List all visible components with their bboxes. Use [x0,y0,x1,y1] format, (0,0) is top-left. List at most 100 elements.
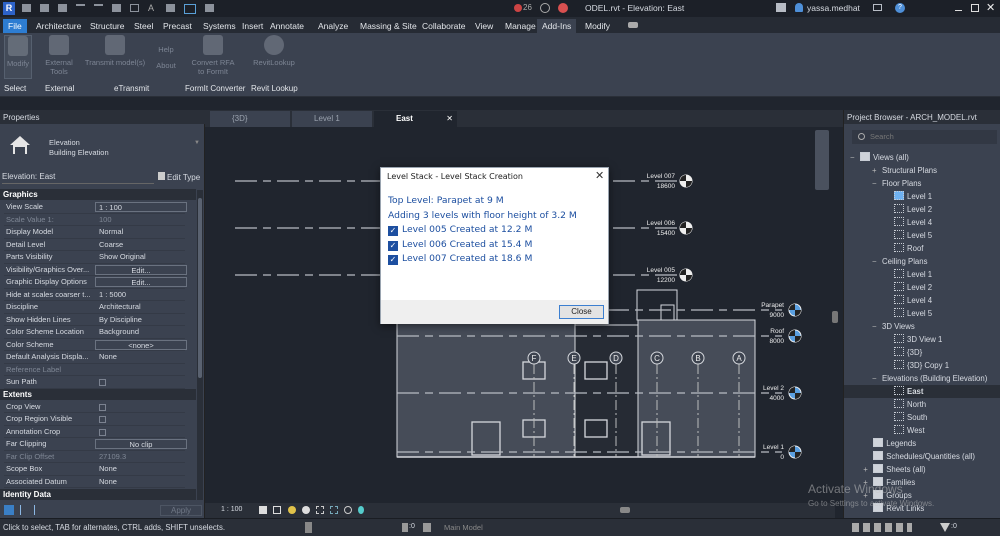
tab-analyze[interactable]: Analyze [313,19,353,33]
browser-item[interactable]: Level 1 [894,190,932,203]
workset-select[interactable]: Main Model [444,523,483,532]
browser-item[interactable]: Legends [863,437,916,450]
browser-item[interactable]: Level 4 [894,216,932,229]
browser-item[interactable]: {3D} Copy 1 [894,359,949,372]
view-scale[interactable]: 1 : 100 [221,506,242,513]
apply-button[interactable]: Apply [160,505,202,516]
property-value[interactable]: Edit... [95,277,187,287]
browser-item[interactable]: Roof [894,242,923,255]
minimize-icon[interactable] [955,10,962,11]
sort-categorized-icon[interactable] [4,505,14,515]
sort-za-icon[interactable] [34,505,42,515]
browser-item[interactable]: Schedules/Quantities (all) [863,450,975,463]
stop-icon[interactable] [558,3,568,13]
type-selector[interactable]: Elevation Building Elevation ▼ [2,126,202,172]
checkbox-checked-icon[interactable]: ✓ [388,226,398,236]
text-icon[interactable]: A [148,4,157,13]
browser-item[interactable]: −3D Views [872,320,915,333]
browser-item[interactable]: South [894,411,927,424]
expand-toggle-icon[interactable]: + [872,164,882,177]
user-icon[interactable] [795,3,803,12]
editable-only-icon[interactable] [402,523,408,532]
browser-search[interactable]: Search [852,130,997,144]
tab-file[interactable]: File [3,19,27,33]
help-button[interactable]: Help [152,45,180,54]
browser-item[interactable]: Level 1 [894,268,932,281]
select-links-icon[interactable] [852,523,912,532]
redo-icon[interactable] [94,4,103,12]
about-button[interactable]: About [152,61,180,70]
crop-view-icon[interactable] [316,506,324,514]
tab-annotate[interactable]: Annotate [265,19,309,33]
shadows-icon[interactable] [302,506,310,514]
checkbox-checked-icon[interactable]: ✓ [388,241,398,251]
expand-toggle-icon[interactable]: − [850,151,860,164]
thin-lines-icon[interactable] [184,4,196,14]
browser-item[interactable]: − Elevations (Building Elevation) [872,372,987,385]
worksets-icon[interactable] [305,522,312,533]
sync-icon[interactable] [58,4,67,12]
tab-collaborate[interactable]: Collaborate [417,19,470,33]
browser-item[interactable]: + Sheets (all) [863,463,926,476]
section-graphics[interactable]: Graphics [0,189,196,200]
browser-item[interactable]: {3D} [894,346,922,359]
transmit-models-button[interactable]: Transmit model(s) [82,35,148,67]
tab-insert[interactable]: Insert [237,19,268,33]
checkbox[interactable] [99,416,106,423]
expand-toggle-icon[interactable]: + [863,463,873,476]
undo-icon[interactable] [76,4,85,12]
save-icon[interactable] [40,4,49,12]
property-value[interactable]: <none> [95,339,187,350]
revit-logo[interactable]: R [3,2,15,15]
sun-path-icon[interactable] [288,506,296,514]
section-identity-data[interactable]: Identity Data [0,489,196,500]
panel-toggle-icon[interactable] [628,22,638,28]
checkbox-checked-icon[interactable]: ✓ [388,255,398,265]
browser-item[interactable]: − Ceiling Plans [872,255,928,268]
browser-item[interactable]: Level 2 [894,203,932,216]
restore-icon[interactable] [971,4,979,12]
external-tools-button[interactable]: External Tools [42,35,76,76]
open-icon[interactable] [22,4,31,12]
cart-icon[interactable] [873,4,882,11]
property-value[interactable]: 1 : 100 [95,202,187,212]
expand-toggle-icon[interactable]: − [872,320,882,333]
checkbox[interactable] [99,428,106,436]
accessibility-icon[interactable] [540,3,550,13]
detail-level-icon[interactable] [259,506,267,514]
expand-toggle-icon[interactable]: − [872,177,882,190]
revitlookup-button[interactable]: RevitLookup [248,35,300,67]
temporary-hide-icon[interactable] [344,506,352,514]
expand-toggle-icon[interactable]: − [872,372,882,385]
edit-type-button[interactable]: Edit Type [158,172,200,182]
print-icon[interactable] [112,4,121,12]
tab-precast[interactable]: Precast [158,19,197,33]
tab-add-ins[interactable]: Add-Ins [537,19,577,33]
tab-modify[interactable]: Modify [580,19,615,33]
horizontal-scrollbar-thumb[interactable] [620,507,630,513]
instance-selector[interactable]: Elevation: East [2,172,154,184]
browser-item[interactable]: West [894,424,925,437]
reveal-hidden-icon[interactable] [358,506,364,514]
tab-view[interactable]: View [470,19,498,33]
panel-select[interactable]: Select [4,84,26,93]
browser-item[interactable]: 3D View 1 [894,333,942,346]
property-value[interactable]: No clip [95,439,187,449]
visual-style-icon[interactable] [273,506,281,514]
close-window-icon[interactable]: ✕ [986,1,995,14]
show-crop-icon[interactable] [330,506,338,514]
tab-manage[interactable]: Manage [500,19,541,33]
tab-structure[interactable]: Structure [85,19,130,33]
home-icon[interactable] [166,4,175,12]
switch-windows-icon[interactable] [205,4,214,12]
tab-systems[interactable]: Systems [198,19,241,33]
browser-item[interactable]: Level 5 [894,307,932,320]
tab-massing-site[interactable]: Massing & Site [355,19,422,33]
browser-item[interactable]: Level 2 [894,281,932,294]
modify-button[interactable]: Modify [4,35,32,79]
dialog-close-icon[interactable]: ✕ [595,169,604,182]
browser-item[interactable]: − Floor Plans [872,177,921,190]
property-value[interactable]: Edit... [95,264,187,275]
tab-steel[interactable]: Steel [129,19,158,33]
browser-item[interactable]: − Views (all) [850,151,909,164]
